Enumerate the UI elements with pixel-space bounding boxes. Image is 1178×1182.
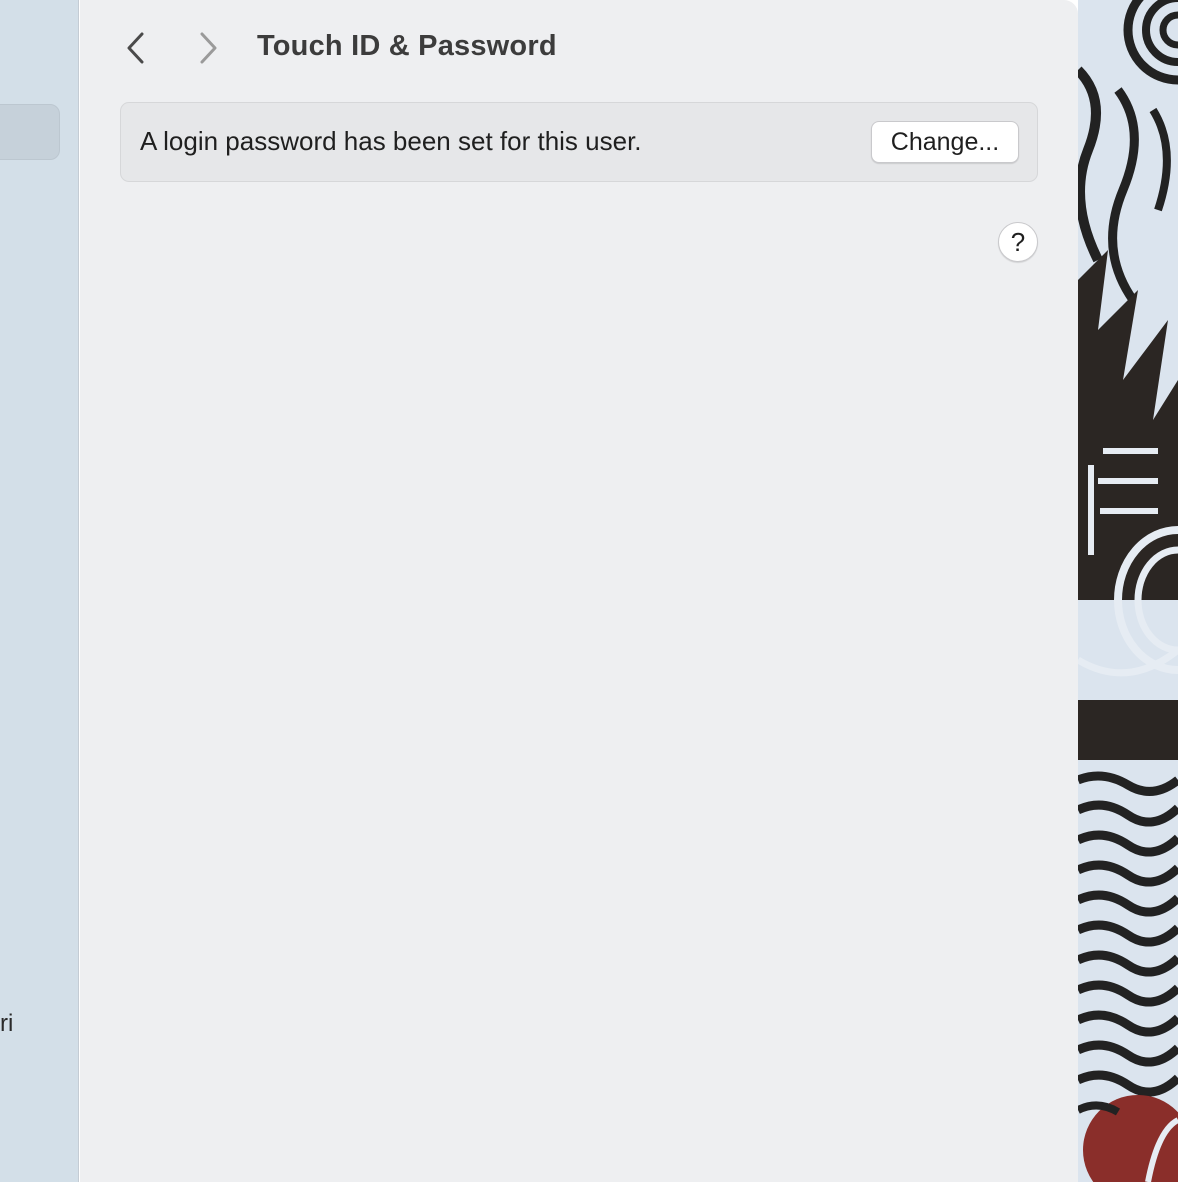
sidebar-item-label[interactable]: ri [0, 1010, 13, 1038]
sidebar-selected-item[interactable] [0, 104, 60, 160]
page-title: Touch ID & Password [257, 30, 557, 62]
back-button[interactable] [116, 28, 156, 68]
chevron-left-icon [127, 32, 144, 64]
forward-button[interactable] [188, 28, 228, 68]
wallpaper-zebra-image [1078, 0, 1178, 1182]
password-status-text: A login password has been set for this u… [140, 126, 642, 156]
sidebar: ri [0, 0, 79, 1182]
help-button[interactable]: ? [998, 222, 1038, 262]
password-group-box: A login password has been set for this u… [120, 102, 1038, 182]
settings-content-panel: Touch ID & Password A login password has… [80, 0, 1078, 1182]
chevron-right-icon [200, 32, 217, 64]
change-password-button[interactable]: Change... [871, 121, 1019, 163]
desktop-wallpaper [1078, 0, 1178, 1182]
